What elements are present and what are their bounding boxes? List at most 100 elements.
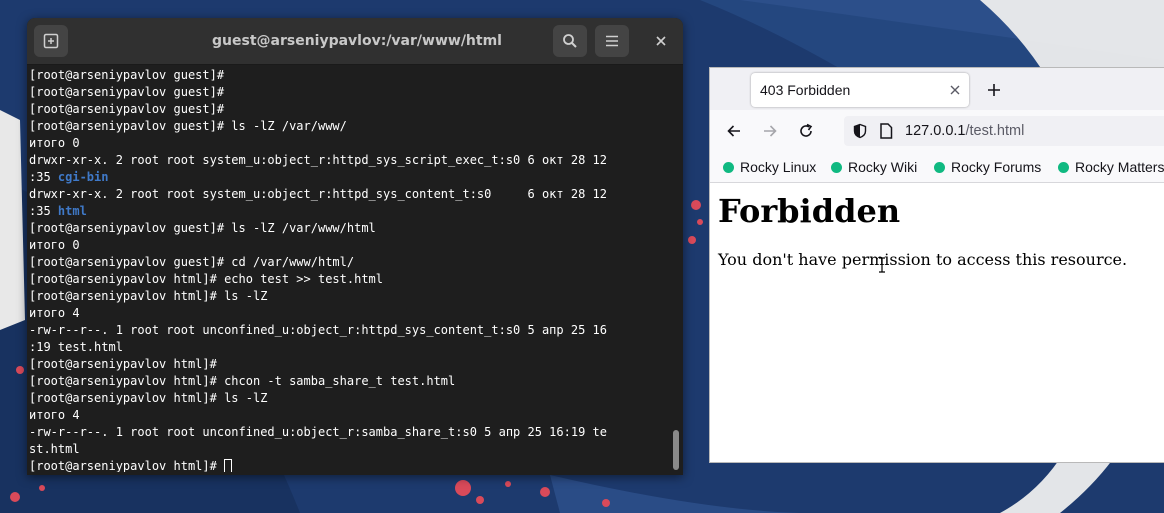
terminal-line: -rw-r--r--. 1 root root unconfined_u:obj… [29,424,669,441]
terminal-text: [root@arseniypavlov guest]# [29,85,225,99]
terminal-line: [root@arseniypavlov guest]# ls -lZ /var/… [29,118,669,135]
page-content: Forbidden You don't have permission to a… [710,183,1164,462]
close-icon [950,85,960,95]
new-tab-icon [43,33,59,49]
rocky-logo-icon [1058,162,1069,173]
close-window-button[interactable] [649,29,673,53]
browser-window[interactable]: 403 Forbidden 127.0.0.1/test.html Rocky … [709,67,1164,463]
terminal-line: drwxr-xr-x. 2 root root system_u:object_… [29,186,669,203]
tab-title: 403 Forbidden [760,82,851,98]
terminal-text: [root@arseniypavlov html]# ls -lZ [29,391,268,405]
terminal-text: итого 0 [29,238,80,252]
terminal-text: итого 4 [29,306,80,320]
menu-button[interactable] [595,25,629,57]
hamburger-menu-icon [606,35,618,47]
terminal-text: [root@arseniypavlov guest]# cd /var/www/… [29,255,355,269]
terminal-text: :35 [29,170,58,184]
new-tab-button[interactable] [34,25,68,57]
rocky-logo-icon [723,162,734,173]
bookmark-rocky-matters[interactable]: Rocky Matters [1058,152,1164,182]
terminal-text: st.html [29,442,80,456]
page-icon[interactable] [879,123,893,139]
terminal-line: [root@arseniypavlov guest]# cd /var/www/… [29,254,669,271]
terminal-text: -rw-r--r--. 1 root root unconfined_u:obj… [29,323,607,337]
terminal-text: [root@arseniypavlov guest]# ls -lZ /var/… [29,221,376,235]
terminal-line: drwxr-xr-x. 2 root root system_u:object_… [29,152,669,169]
terminal-line: итого 4 [29,407,669,424]
terminal-text: [root@arseniypavlov html]# echo test >> … [29,272,384,286]
back-button[interactable] [724,121,744,141]
search-button[interactable] [553,25,587,57]
forward-button[interactable] [760,121,780,141]
terminal-window[interactable]: guest@arseniypavlov:/var/www/html [root@… [27,18,683,475]
terminal-line: :35 cgi-bin [29,169,669,186]
bookmarks-toolbar: Rocky Linux Rocky Wiki Rocky Forums Rock… [710,152,1164,183]
tab-active[interactable]: 403 Forbidden [751,73,969,107]
reload-icon [800,123,813,137]
url-path: /test.html [965,123,1025,139]
shield-icon[interactable] [852,123,868,139]
new-tab-button[interactable] [984,80,1004,100]
terminal-text: :19 test.html [29,340,123,354]
terminal-scrollbar[interactable] [673,430,679,470]
bookmark-rocky-forums[interactable]: Rocky Forums [934,152,1041,182]
terminal-line: итого 0 [29,237,669,254]
terminal-text: :35 [29,204,58,218]
url-bar[interactable]: 127.0.0.1/test.html [844,116,1164,146]
terminal-line: [root@arseniypavlov html]# [29,458,669,472]
terminal-text: [root@arseniypavlov html]# ls -lZ [29,289,268,303]
terminal-line: [root@arseniypavlov guest]# ls -lZ /var/… [29,220,669,237]
terminal-text: [root@arseniypavlov html]# [29,357,217,371]
url-text[interactable]: 127.0.0.1/test.html [905,116,1024,146]
terminal-line: [root@arseniypavlov guest]# [29,84,669,101]
tab-bar: 403 Forbidden [710,68,1164,110]
plus-icon [988,84,1000,96]
back-arrow-icon [727,125,740,137]
terminal-line: [root@arseniypavlov html]# ls -lZ [29,288,669,305]
search-icon [563,34,577,48]
url-host: 127.0.0.1 [905,123,966,139]
terminal-title: guest@arseniypavlov:/var/www/html [212,33,502,49]
terminal-header-bar[interactable]: guest@arseniypavlov:/var/www/html [27,18,683,65]
bookmark-label: Rocky Linux [740,159,817,175]
terminal-text: -rw-r--r--. 1 root root unconfined_u:obj… [29,425,607,439]
terminal-line: -rw-r--r--. 1 root root unconfined_u:obj… [29,322,669,339]
bookmark-label: Rocky Forums [951,159,1042,175]
terminal-text: drwxr-xr-x. 2 root root system_u:object_… [29,153,607,167]
terminal-line: [root@arseniypavlov html]# [29,356,669,373]
terminal-cursor [224,459,233,472]
terminal-line: :35 html [29,203,669,220]
terminal-text: drwxr-xr-x. 2 root root system_u:object_… [29,187,607,201]
terminal-line: [root@arseniypavlov html]# chcon -t samb… [29,373,669,390]
terminal-line: [root@arseniypavlov guest]# [29,101,669,118]
terminal-line: [root@arseniypavlov guest]# [29,67,669,84]
terminal-text: [root@arseniypavlov guest]# [29,102,225,116]
terminal-line: итого 4 [29,305,669,322]
terminal-text: итого 4 [29,408,80,422]
forward-arrow-icon [764,125,777,137]
rocky-logo-icon [934,162,945,173]
terminal-text: [root@arseniypavlov guest]# ls -lZ /var/… [29,119,347,133]
terminal-line: :19 test.html [29,339,669,356]
bookmark-label: Rocky Matters [1075,159,1164,175]
error-message: You don't have permission to access this… [718,250,1128,269]
bookmark-label: Rocky Wiki [848,159,918,175]
terminal-line: st.html [29,441,669,458]
directory-name: cgi-bin [57,170,109,184]
terminal-text: [root@arseniypavlov html]# [29,459,225,472]
terminal-text: [root@arseniypavlov html]# chcon -t samb… [29,374,456,388]
rocky-logo-icon [831,162,842,173]
terminal-output[interactable]: [root@arseniypavlov guest]# [root@arseniy… [29,67,669,472]
bookmark-rocky-linux[interactable]: Rocky Linux [723,152,816,182]
page-heading: Forbidden [718,192,901,230]
reload-button[interactable] [796,121,816,141]
navigation-toolbar: 127.0.0.1/test.html [710,110,1164,152]
terminal-text: итого 0 [29,136,80,150]
terminal-line: итого 0 [29,135,669,152]
bookmark-rocky-wiki[interactable]: Rocky Wiki [831,152,917,182]
tab-close-button[interactable] [947,82,963,98]
terminal-line: [root@arseniypavlov html]# echo test >> … [29,271,669,288]
terminal-line: [root@arseniypavlov html]# ls -lZ [29,390,669,407]
directory-name: html [57,204,87,218]
terminal-text: [root@arseniypavlov guest]# [29,68,225,82]
